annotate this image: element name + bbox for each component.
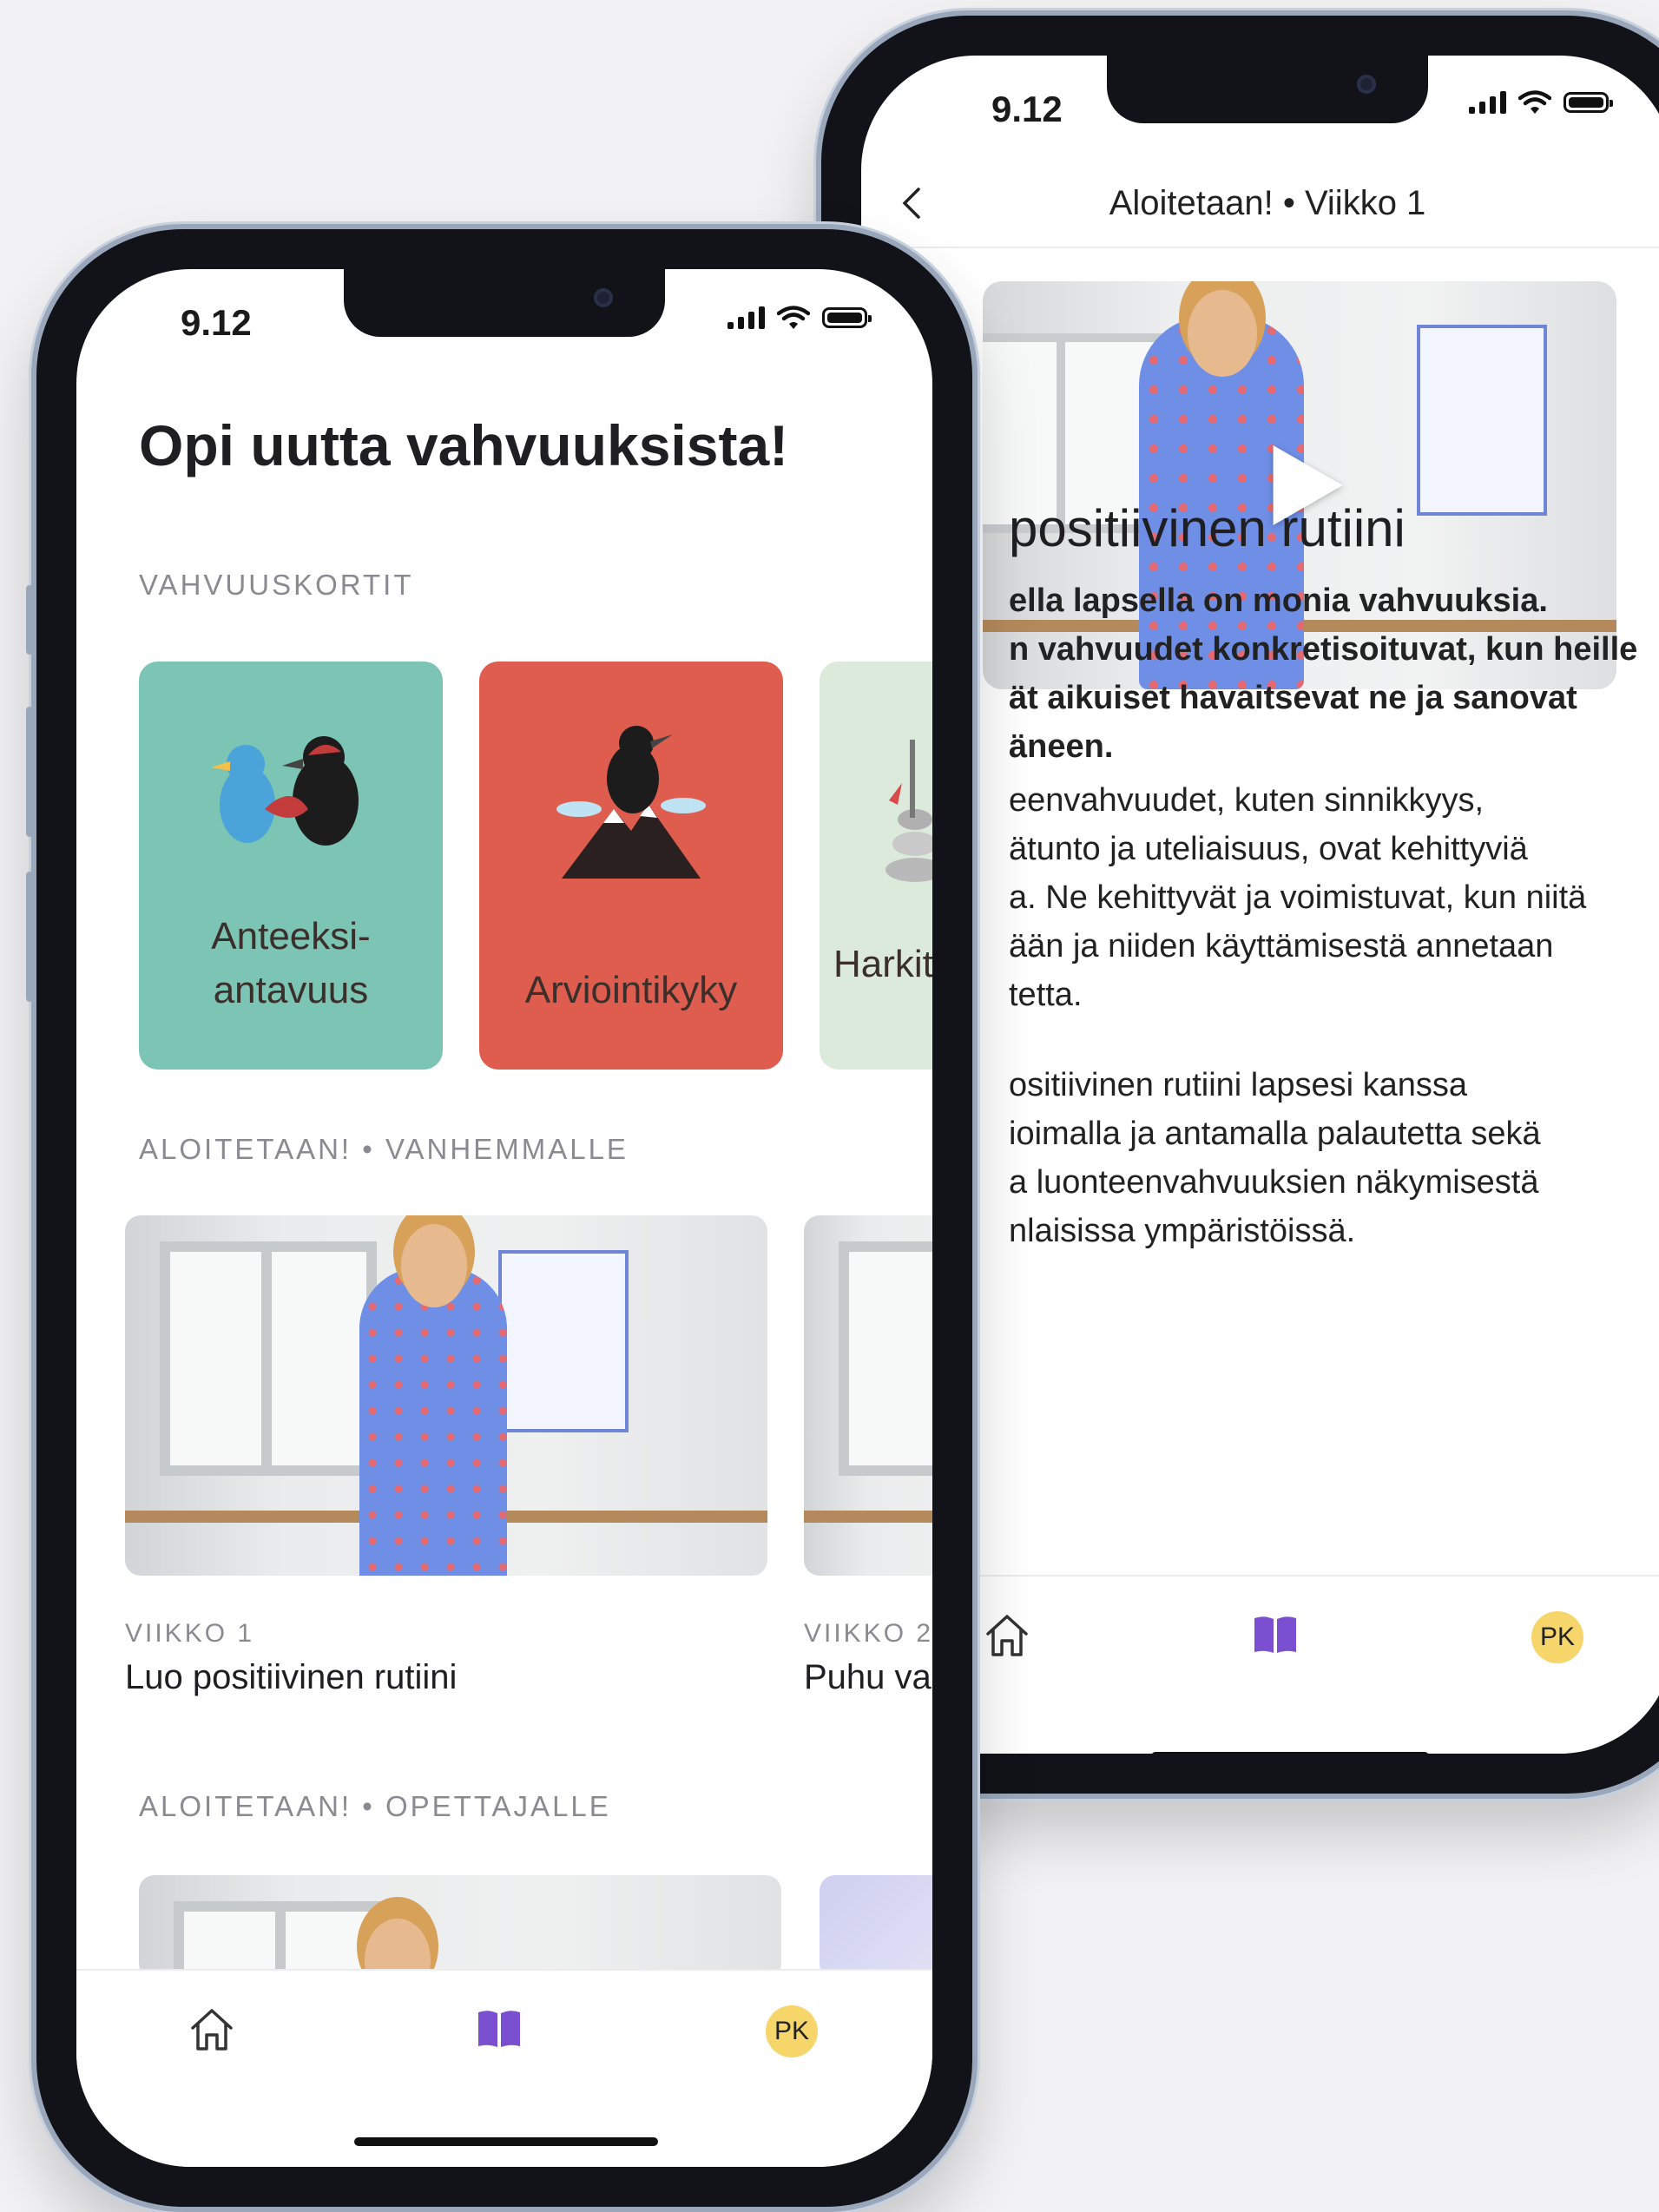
article-intro: ella lapsella on monia vahvuuksia. n vah… (1009, 576, 1637, 771)
notch (1107, 56, 1428, 123)
thumb-window-scene (839, 1241, 932, 1476)
video-thumbnail[interactable] (125, 1215, 767, 1576)
video-thumbnail[interactable] (139, 1875, 781, 1979)
article-line: eenvahvuudet, kuten sinnikkyys, (1009, 782, 1485, 819)
nav-header: Aloitetaan! • Viikko 1 (861, 160, 1659, 248)
signal-icon (1469, 91, 1506, 114)
battery-icon (1564, 92, 1613, 113)
section-label-teachers: ALOITETAAN! • OPETTAJALLE (139, 1790, 611, 1822)
thumb-presenter (359, 1267, 507, 1576)
week-label: VIIKKO 2 (804, 1619, 932, 1648)
video-title[interactable]: Puhu vahvu (804, 1658, 932, 1697)
section-label-parents: ALOITETAAN! • VANHEMMALLE (139, 1133, 629, 1165)
book-icon[interactable] (476, 2009, 523, 2049)
card-label: Harkitse (833, 943, 932, 985)
bird-on-mountain-icon (556, 726, 706, 879)
article-line: ätunto ja uteliaisuus, ovat kehittyviä (1009, 831, 1528, 867)
video-title[interactable]: Luo positiivinen rutiini (125, 1658, 457, 1697)
camera (1357, 75, 1376, 94)
video-presenter-head (1188, 290, 1257, 377)
card-label: Arviointikyky (524, 969, 738, 1011)
side-button (26, 585, 33, 655)
nav-title: Aloitetaan! • Viikko 1 (1109, 183, 1426, 222)
volume-down-button (26, 872, 33, 1002)
front-phone-screen: 9.12 Opi uutta vahvuuksista! VAHVUUSKORT… (76, 269, 932, 2167)
article-line: nlaisissa ympäristöissä. (1009, 1213, 1356, 1249)
thumb-poster-scene (498, 1250, 629, 1432)
home-icon[interactable] (188, 2005, 236, 2054)
article-line: äneen. (1009, 728, 1114, 765)
volume-up-button (26, 707, 33, 837)
avatar[interactable]: PK (766, 2005, 818, 2057)
home-indicator (1151, 1752, 1429, 1754)
status-time: 9.12 (991, 89, 1063, 129)
page-title: Opi uutta vahvuuksista! (139, 413, 789, 477)
thumb-table-scene (804, 1511, 932, 1523)
video-poster-scene (1417, 325, 1547, 516)
thumb-window-scene (174, 1901, 391, 1979)
strength-card[interactable]: Harkitse (820, 662, 932, 1070)
section-label-cards: VAHVUUSKORTIT (139, 569, 414, 601)
battery-icon (822, 307, 872, 328)
notch (344, 269, 665, 337)
birds-illustration-icon (211, 736, 359, 846)
status-icons (727, 306, 872, 330)
video-thumbnail[interactable] (804, 1215, 932, 1576)
home-indicator (354, 2137, 658, 2146)
card-label: Anteeksi- antavuus (211, 915, 371, 1011)
article-line: a luonteenvahvuuksien näkymisestä (1009, 1164, 1539, 1201)
strength-card[interactable]: Arviointikyky (479, 662, 783, 1070)
article-line: ät aikuiset havaitsevat ne ja sanovat (1009, 680, 1577, 716)
article-paragraph-2: eenvahvuudet, kuten sinnikkyys, ätunto j… (1009, 776, 1586, 1019)
article-line: n vahvuudet konkretisoituvat, kun heille (1009, 631, 1638, 668)
book-icon[interactable] (1252, 1615, 1299, 1655)
home-icon[interactable] (983, 1611, 1031, 1660)
back-phone-screen: 9.12 Aloitetaan! • Viikko 1 positiivinen… (861, 56, 1659, 1754)
tab-bar: PK (861, 1575, 1659, 1754)
video-thumbnail[interactable] (820, 1875, 932, 1979)
thumb-window-scene (160, 1241, 377, 1476)
camera (594, 288, 613, 307)
stone-tower-icon (885, 740, 932, 882)
wifi-icon (1518, 90, 1551, 114)
article-line: tetta. (1009, 977, 1083, 1013)
article-line: ään ja niiden käyttämisestä annetaan (1009, 928, 1554, 964)
front-phone: 9.12 Opi uutta vahvuuksista! VAHVUUSKORT… (26, 224, 978, 2212)
status-time: 9.12 (181, 302, 252, 343)
avatar[interactable]: PK (1531, 1611, 1583, 1663)
signal-icon (727, 306, 765, 329)
article-line: a. Ne kehittyvät ja voimistuvat, kun nii… (1009, 879, 1587, 916)
status-icons (1469, 90, 1613, 115)
article-line: ella lapsella on monia vahvuuksia. (1009, 583, 1548, 619)
article-paragraph-3: ositiivinen rutiini lapsesi kanssa ioima… (1009, 1061, 1541, 1255)
article-line: ioimalla ja antamalla palautetta sekä (1009, 1116, 1541, 1152)
wifi-icon (777, 306, 810, 329)
thumb-presenter-head (401, 1224, 467, 1307)
back-chevron-icon[interactable] (896, 186, 931, 221)
article-heading: positiivinen rutiini (1009, 499, 1406, 557)
strength-card[interactable]: Anteeksi- antavuus (139, 662, 443, 1070)
article-line: ositiivinen rutiini lapsesi kanssa (1009, 1067, 1468, 1103)
week-label: VIIKKO 1 (125, 1619, 255, 1648)
